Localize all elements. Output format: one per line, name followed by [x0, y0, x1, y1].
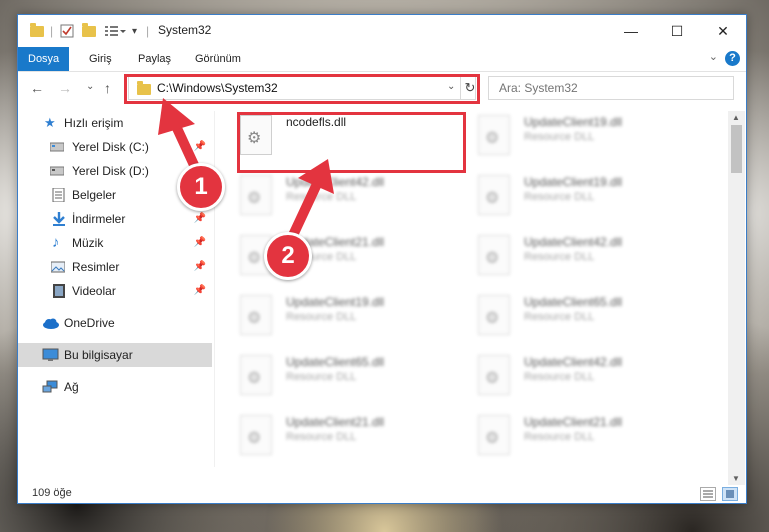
annotation-arrows	[158, 98, 334, 251]
arrow-1-head	[158, 98, 195, 135]
step-badge-1: 1	[177, 163, 225, 211]
step-badge-2: 2	[264, 232, 312, 280]
